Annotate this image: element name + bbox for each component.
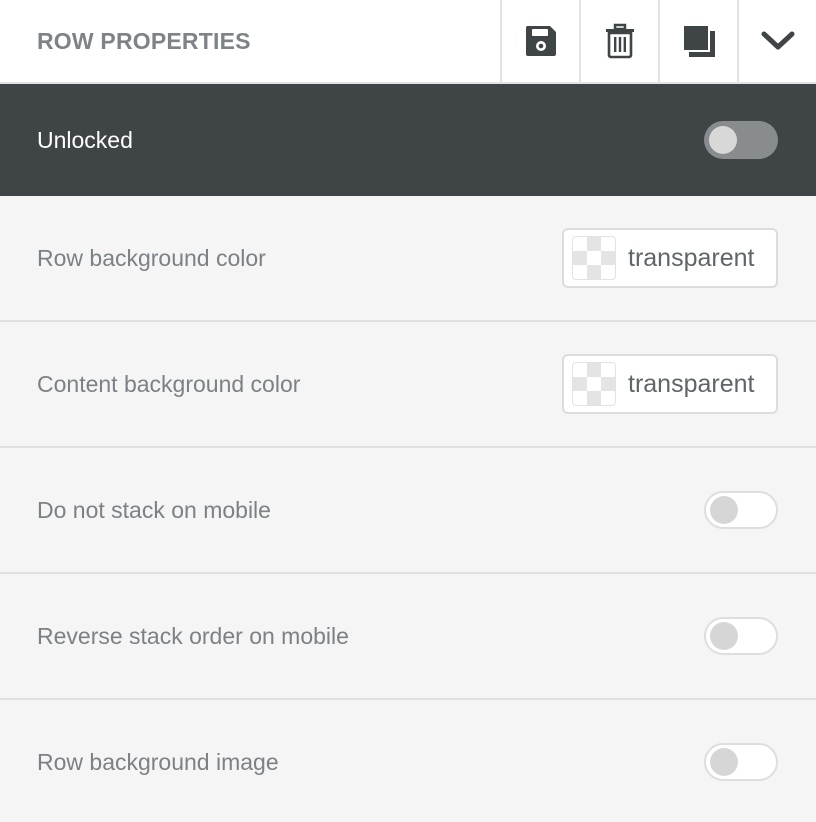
save-button[interactable] xyxy=(500,0,579,82)
duplicate-button[interactable] xyxy=(658,0,737,82)
color-value: transparent xyxy=(628,243,755,272)
background-image-toggle[interactable] xyxy=(704,743,778,781)
toggle-knob xyxy=(710,748,738,776)
property-row-row-background-color: Row background color transparent xyxy=(0,196,816,322)
lock-toggle[interactable] xyxy=(704,121,778,159)
toggle-knob xyxy=(710,496,738,524)
toggle-knob xyxy=(709,126,737,154)
content-background-color-picker[interactable]: transparent xyxy=(562,354,778,414)
chevron-down-icon xyxy=(761,29,795,53)
panel-title: ROW PROPERTIES xyxy=(37,27,251,54)
property-label: Do not stack on mobile xyxy=(37,496,271,523)
property-row-background-image: Row background image xyxy=(0,700,816,822)
color-value: transparent xyxy=(628,369,755,398)
row-properties-panel: ROW PROPERTIES Unlocked Row background c… xyxy=(0,0,816,822)
lock-label: Unlocked xyxy=(37,126,133,153)
property-label: Row background color xyxy=(37,244,266,271)
property-row-reverse-stack: Reverse stack order on mobile xyxy=(0,574,816,700)
trash-icon xyxy=(603,23,637,59)
property-row-content-background-color: Content background color transparent xyxy=(0,322,816,448)
property-row-do-not-stack: Do not stack on mobile xyxy=(0,448,816,574)
save-icon xyxy=(523,23,559,59)
duplicate-icon xyxy=(681,23,717,59)
panel-header: ROW PROPERTIES xyxy=(0,0,816,84)
collapse-button[interactable] xyxy=(737,0,816,82)
toggle-knob xyxy=(710,622,738,650)
row-background-color-picker[interactable]: transparent xyxy=(562,228,778,288)
property-label: Content background color xyxy=(37,370,301,397)
lock-row: Unlocked xyxy=(0,84,816,196)
reverse-stack-toggle[interactable] xyxy=(704,617,778,655)
do-not-stack-toggle[interactable] xyxy=(704,491,778,529)
property-label: Reverse stack order on mobile xyxy=(37,622,349,649)
transparent-swatch-icon xyxy=(572,236,616,280)
transparent-swatch-icon xyxy=(572,362,616,406)
delete-button[interactable] xyxy=(579,0,658,82)
property-label: Row background image xyxy=(37,748,279,775)
